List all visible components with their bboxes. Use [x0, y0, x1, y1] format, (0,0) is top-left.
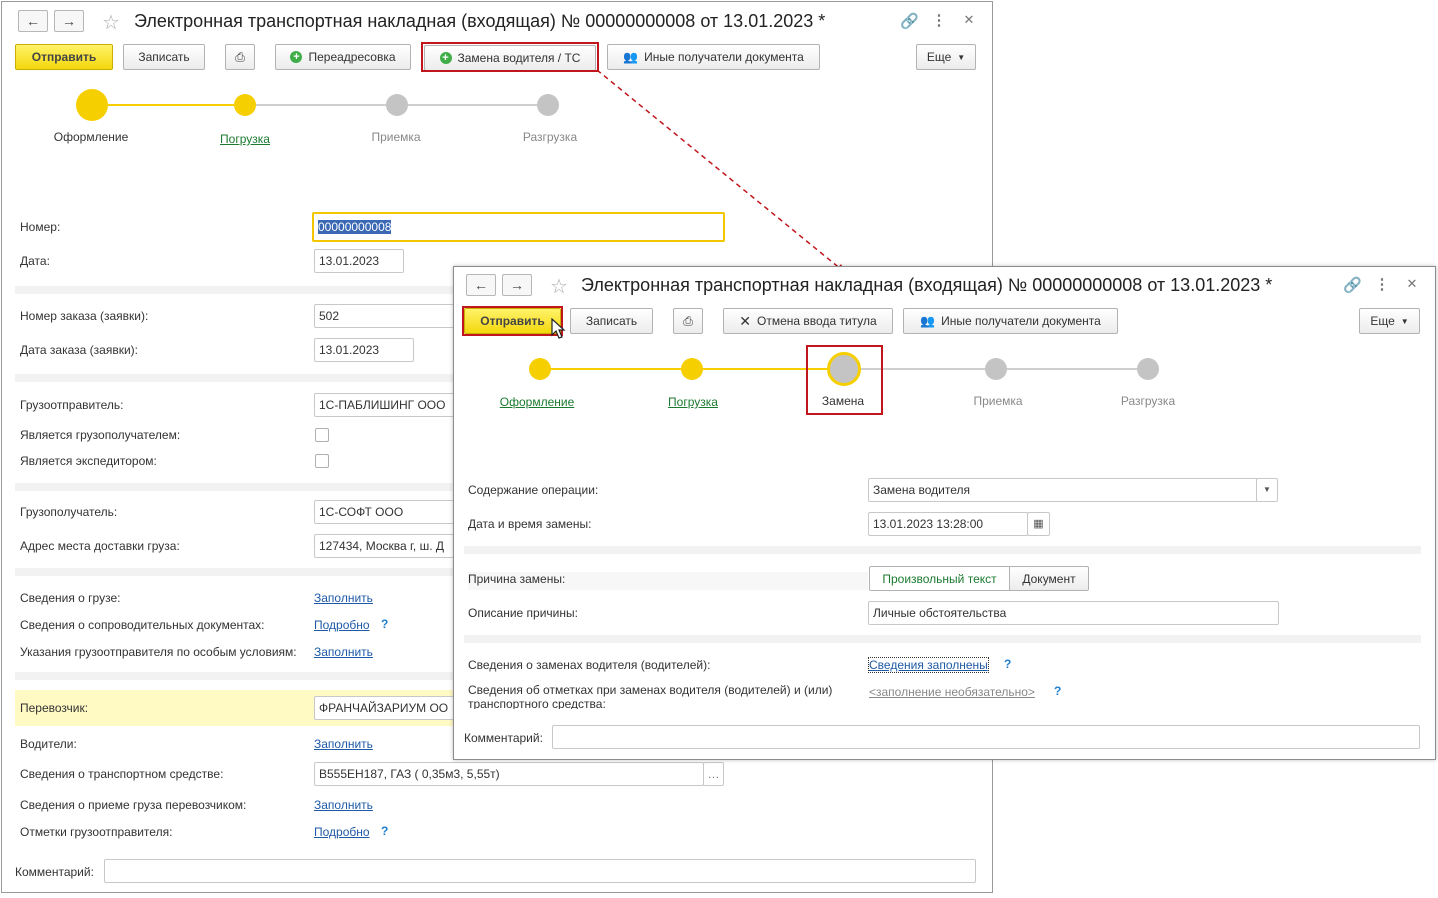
- mouse-cursor-icon: [551, 318, 566, 339]
- help-icon[interactable]: ?: [1004, 657, 1011, 671]
- reason-label: Причина замены:: [468, 572, 868, 590]
- highlight-frame: [462, 306, 563, 336]
- reason-option-document-label: Документ: [1022, 571, 1076, 586]
- operation-dropdown-button[interactable]: ▼: [1256, 478, 1278, 502]
- step-label: Замена: [821, 394, 865, 408]
- datetime-label: Дата и время замены:: [468, 517, 592, 531]
- separator: [464, 635, 1421, 643]
- forward-button[interactable]: →: [502, 274, 532, 296]
- step-link[interactable]: Оформление: [500, 395, 574, 409]
- printer-icon: ⎙: [683, 313, 693, 328]
- reason-desc-label: Описание причины:: [468, 606, 578, 620]
- chevron-down-icon: ▼: [1400, 316, 1409, 326]
- other-recipients-button[interactable]: 👥 Иные получатели документа: [903, 308, 1118, 334]
- marks-link[interactable]: <заполнение необязательно>: [869, 685, 1035, 699]
- step-dot-pending: [1137, 358, 1159, 380]
- cancel-title-label: Отмена ввода титула: [757, 314, 877, 328]
- more-button[interactable]: Еще ▼: [1359, 308, 1420, 334]
- link-icon[interactable]: 🔗: [1343, 276, 1362, 294]
- comment-input[interactable]: [552, 725, 1420, 749]
- replacements-link[interactable]: Сведения заполнены: [868, 657, 989, 673]
- step-label: Приемка: [973, 394, 1023, 408]
- reason-option-text-label: Произвольный текст: [882, 571, 997, 586]
- arrow-right-icon: →: [510, 277, 524, 293]
- step-dot-pending: [985, 358, 1007, 380]
- other-recipients-label: Иные получатели документа: [941, 314, 1101, 328]
- back-button[interactable]: ←: [466, 274, 496, 296]
- marks-label: Сведения об отметках при заменах водител…: [468, 683, 833, 709]
- save-label: Записать: [585, 314, 638, 328]
- more-label: Еще: [1370, 314, 1395, 328]
- window-title: Электронная транспортная накладная (вход…: [581, 275, 1273, 295]
- comment-label: Комментарий:: [464, 731, 543, 745]
- users-icon: 👥: [920, 314, 936, 328]
- calendar-button[interactable]: ▦: [1027, 512, 1050, 536]
- more-vert-icon[interactable]: ⋮: [1373, 275, 1391, 293]
- datetime-input[interactable]: 13.01.2023 13:28:00: [868, 512, 1028, 536]
- step-dot-done: [529, 358, 551, 380]
- star-icon[interactable]: ☆: [550, 274, 568, 299]
- replacements-label: Сведения о заменах водителя (водителей):: [468, 658, 711, 672]
- step-link[interactable]: Погрузка: [668, 395, 718, 409]
- arrow-line: [596, 69, 843, 271]
- close-icon: ✕: [739, 312, 752, 329]
- print-button[interactable]: ⎙: [673, 308, 703, 334]
- save-button[interactable]: Записать: [570, 308, 653, 334]
- calendar-icon: ▦: [1033, 518, 1044, 530]
- reason-option-document[interactable]: Документ: [1009, 566, 1089, 591]
- separator: [464, 546, 1421, 554]
- reason-option-text[interactable]: Произвольный текст: [869, 566, 1010, 591]
- arrow-left-icon: ←: [474, 277, 488, 293]
- reason-desc-input[interactable]: Личные обстоятельства: [868, 601, 1279, 625]
- operation-select[interactable]: Замена водителя: [868, 478, 1258, 502]
- chevron-down-icon: ▼: [1263, 485, 1271, 494]
- cancel-title-button[interactable]: ✕ Отмена ввода титула: [723, 308, 893, 334]
- step-label: Разгрузка: [1120, 394, 1176, 408]
- help-icon[interactable]: ?: [1054, 684, 1061, 698]
- window-replacement: ← → ☆ Электронная транспортная накладная…: [453, 266, 1436, 760]
- close-icon[interactable]: ✕: [1403, 276, 1421, 292]
- operation-label: Содержание операции:: [468, 483, 599, 497]
- step-dot-done: [681, 358, 703, 380]
